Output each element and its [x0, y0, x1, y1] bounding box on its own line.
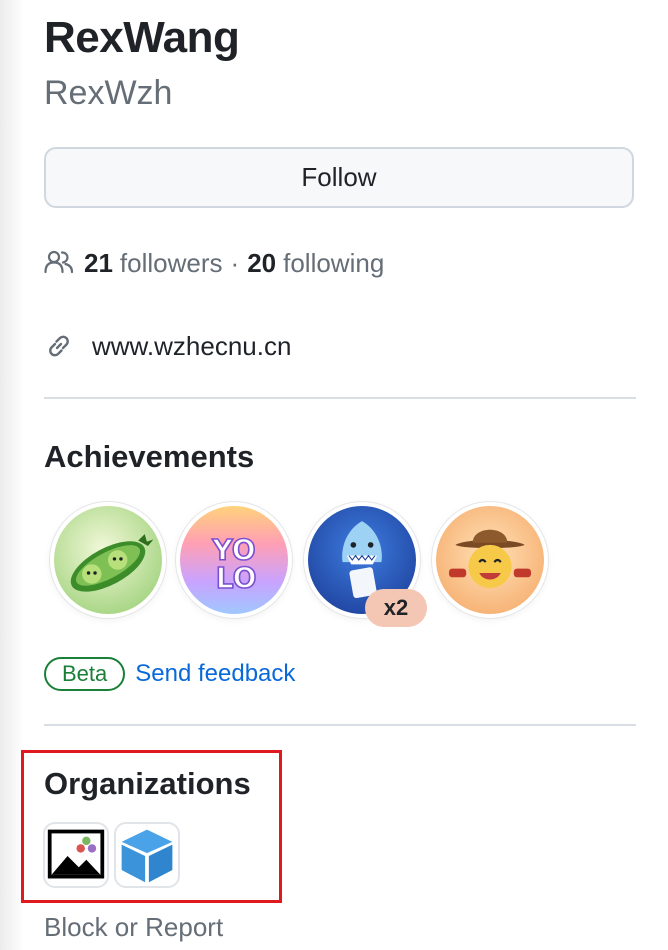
people-icon	[44, 250, 74, 274]
follow-button[interactable]: Follow	[44, 147, 634, 208]
pair-extraordinaire-badge[interactable]	[50, 502, 166, 618]
cowboy-icon	[436, 506, 544, 614]
follow-stats: 21 followers · 20 following	[44, 243, 384, 283]
profile-full-name: RexWang	[44, 13, 240, 62]
org-avatar-cube[interactable]	[114, 822, 180, 888]
quickdraw-badge[interactable]	[432, 502, 548, 618]
link-icon	[49, 335, 69, 357]
pea-pod-icon	[54, 506, 162, 614]
send-feedback-link[interactable]: Send feedback	[135, 660, 295, 688]
website-link[interactable]: www.wzhecnu.cn	[92, 331, 291, 362]
stats-separator: ·	[230, 247, 240, 278]
website-row: www.wzhecnu.cn	[44, 326, 291, 366]
section-divider	[44, 724, 636, 726]
achievements-title: Achievements	[44, 439, 255, 474]
cube-org-icon	[121, 829, 173, 883]
section-divider	[44, 397, 636, 399]
yolo-badge[interactable]: YO LO	[176, 502, 292, 618]
following-count: 20	[247, 247, 277, 278]
yolo-icon: YO LO	[180, 506, 288, 614]
beta-feedback-row: Beta Send feedback	[44, 655, 295, 693]
org-avatar-image[interactable]	[43, 822, 109, 888]
followers-label: followers	[119, 247, 223, 278]
organizations-title: Organizations	[44, 766, 251, 801]
followers-link[interactable]: 21 followers	[84, 248, 223, 279]
image-org-icon	[47, 829, 105, 879]
followers-count: 21	[84, 247, 113, 278]
beta-label: Beta	[44, 657, 126, 691]
badge-count-label: x2	[365, 589, 427, 627]
block-or-report-link[interactable]: Block or Report	[44, 912, 223, 943]
profile-username: RexWzh	[44, 74, 173, 112]
following-label: following	[283, 247, 385, 278]
following-link[interactable]: 20 following	[247, 248, 384, 279]
svg-text:LO: LO	[216, 562, 257, 595]
